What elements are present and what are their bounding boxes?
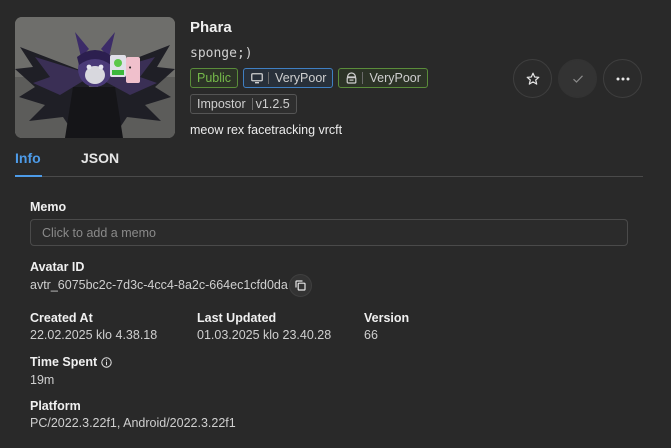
tab-info[interactable]: Info (15, 150, 41, 166)
android-performance-label: VeryPoor (369, 71, 421, 85)
copy-icon (295, 280, 306, 291)
more-horizontal-icon (616, 77, 629, 80)
avatar-thumbnail[interactable]: • (15, 17, 175, 138)
version-value: 66 (364, 328, 378, 342)
visibility-tag: Public (190, 68, 239, 88)
pc-performance-tag: VeryPoor (243, 68, 334, 88)
android-icon (339, 72, 362, 84)
platform-label: Platform (30, 399, 81, 413)
avatar-name: Phara (190, 19, 232, 36)
version-label: Version (364, 311, 410, 325)
info-circle-icon[interactable] (101, 355, 112, 373)
tab-baseline (15, 176, 643, 177)
visibility-label: Public (197, 71, 232, 85)
time-spent-value: 19m (30, 373, 55, 387)
monitor-icon (244, 72, 268, 84)
memo-input[interactable]: Click to add a memo (30, 219, 628, 246)
check-icon (572, 74, 583, 83)
impostor-version: v1.2.5 (255, 97, 290, 111)
tab-json[interactable]: JSON (81, 150, 119, 166)
impostor-label: Impostor (197, 97, 246, 111)
last-updated-value: 01.03.2025 klo 23.40.28 (197, 328, 332, 342)
time-spent-label: Time Spent (30, 355, 98, 369)
tag-row-performance: Public VeryPoor VeryPoor (190, 68, 428, 88)
avatar-id-label: Avatar ID (30, 260, 85, 274)
created-at-label: Created At (30, 311, 93, 325)
last-updated-label: Last Updated (197, 311, 277, 325)
author-name[interactable]: sponge;) (190, 46, 253, 61)
svg-text:•: • (128, 64, 132, 72)
avatar-id-value[interactable]: avtr_6075bc2c-7d3c-4cc4-8a2c-664ec1cfd0d… (30, 278, 288, 292)
avatar-description: meow rex facetracking vrcft (190, 123, 343, 137)
tag-row-impostor: Impostor v1.2.5 (190, 94, 297, 114)
pc-performance-label: VeryPoor (275, 71, 327, 85)
tab-active-indicator (15, 175, 42, 177)
copy-avatar-id-button[interactable] (289, 274, 312, 297)
memo-label: Memo (30, 200, 67, 214)
star-icon (526, 72, 539, 85)
more-options-button[interactable] (603, 59, 642, 98)
android-performance-tag: VeryPoor (338, 68, 428, 88)
favorite-button[interactable] (513, 59, 552, 98)
created-at-value: 22.02.2025 klo 4.38.18 (30, 328, 158, 342)
impostor-tag: Impostor v1.2.5 (190, 94, 297, 114)
select-avatar-button[interactable] (558, 59, 597, 98)
avatar-dialog: • Phara sponge;) Public VeryPoor VeryPoo… (0, 0, 671, 448)
platform-value: PC/2022.3.22f1, Android/2022.3.22f1 (30, 416, 236, 430)
tab-bar: Info JSON (15, 146, 643, 178)
